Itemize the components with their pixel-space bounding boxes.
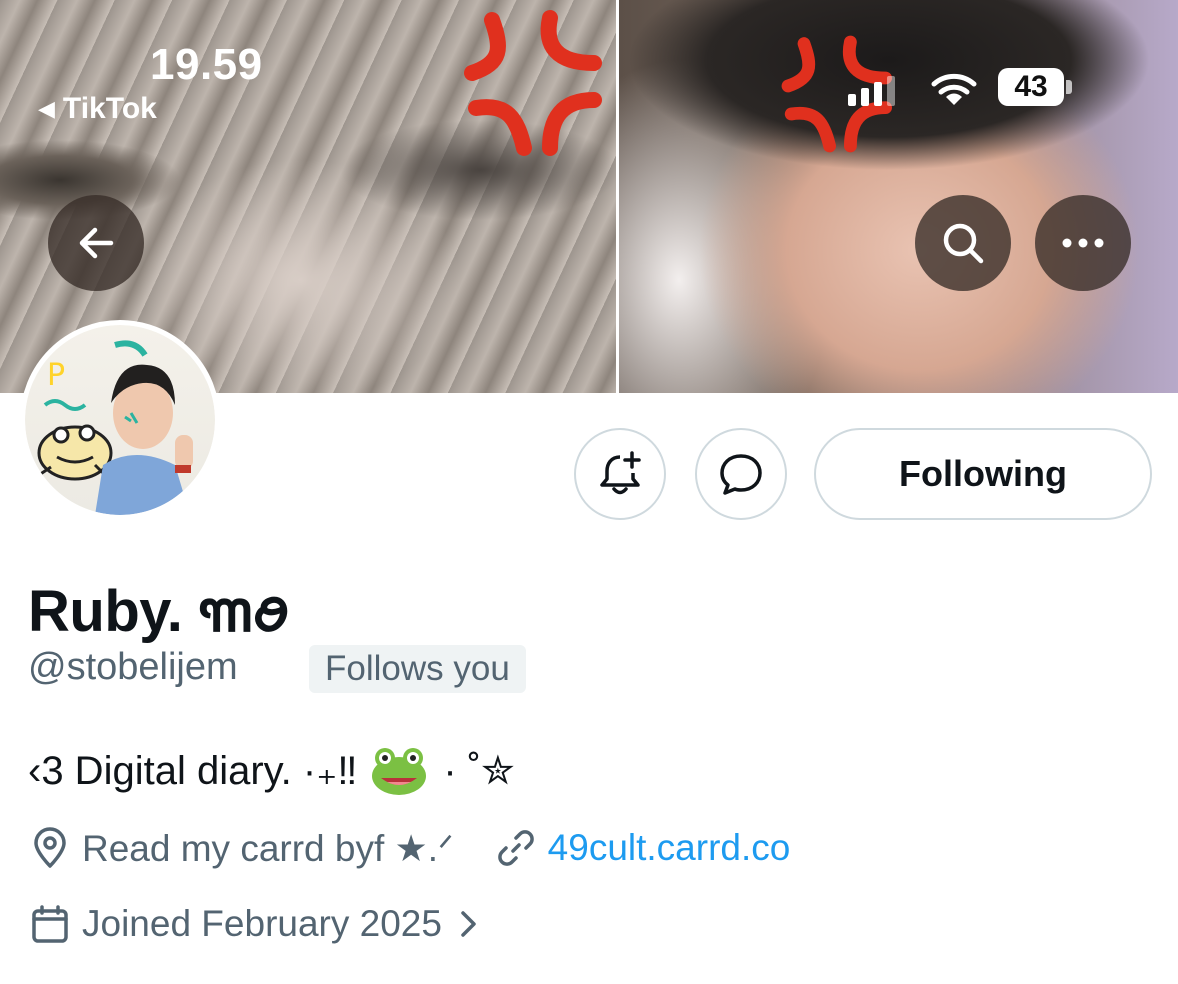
status-time: 19.59 xyxy=(150,40,263,89)
message-icon xyxy=(720,454,762,495)
more-icon xyxy=(1062,238,1104,248)
message-button[interactable] xyxy=(695,428,787,520)
back-triangle-icon: ◀ xyxy=(38,96,55,121)
back-arrow-icon xyxy=(79,227,114,259)
link-icon xyxy=(494,826,538,870)
battery-indicator: 43 xyxy=(998,68,1064,106)
profile-banner[interactable]: 19.59 ◀ TikTok 43 xyxy=(0,0,1178,393)
status-back-app-label: TikTok xyxy=(62,92,157,125)
profile-website-link[interactable]: 49cult.carrd.co xyxy=(548,827,791,869)
bell-plus-icon xyxy=(600,451,641,495)
wifi-icon xyxy=(931,73,977,105)
back-button[interactable] xyxy=(48,195,144,291)
location-text: Read my carrd byf ★.ᐟ xyxy=(82,827,454,869)
chevron-right-icon xyxy=(458,908,480,940)
profile-meta-location-link: Read my carrd byf ★.ᐟ 49cult.carrd.co xyxy=(28,826,790,870)
follows-you-badge: Follows you xyxy=(309,645,526,693)
profile-bio: ‹3 Digital diary. ·₊‼ · ˚✮ xyxy=(28,746,515,796)
search-icon xyxy=(943,223,984,264)
profile-avatar[interactable]: P xyxy=(20,320,220,520)
notification-subscribe-button[interactable] xyxy=(574,428,666,520)
frog-emoji-icon xyxy=(372,748,427,795)
calendar-icon xyxy=(28,902,72,946)
following-button[interactable]: Following xyxy=(814,428,1152,520)
status-back-to-app[interactable]: ◀ TikTok xyxy=(38,92,157,126)
bio-text-end: · ˚✮ xyxy=(443,749,515,793)
joined-date-text: Joined February 2025 xyxy=(82,903,442,944)
location-pin-icon xyxy=(28,826,72,870)
avatar-image: P xyxy=(25,325,215,515)
bio-text-start: ‹3 Digital diary. ·₊‼ xyxy=(28,749,358,793)
user-handle: @stobelijem xyxy=(28,646,238,688)
anger-symbol-icon xyxy=(464,10,602,156)
svg-text:P: P xyxy=(47,358,65,393)
battery-tip xyxy=(1066,80,1072,94)
cellular-signal-icon xyxy=(848,76,895,106)
profile-joined-row[interactable]: Joined February 2025 xyxy=(28,902,480,946)
more-options-button[interactable] xyxy=(1035,195,1131,291)
search-button[interactable] xyxy=(915,195,1011,291)
